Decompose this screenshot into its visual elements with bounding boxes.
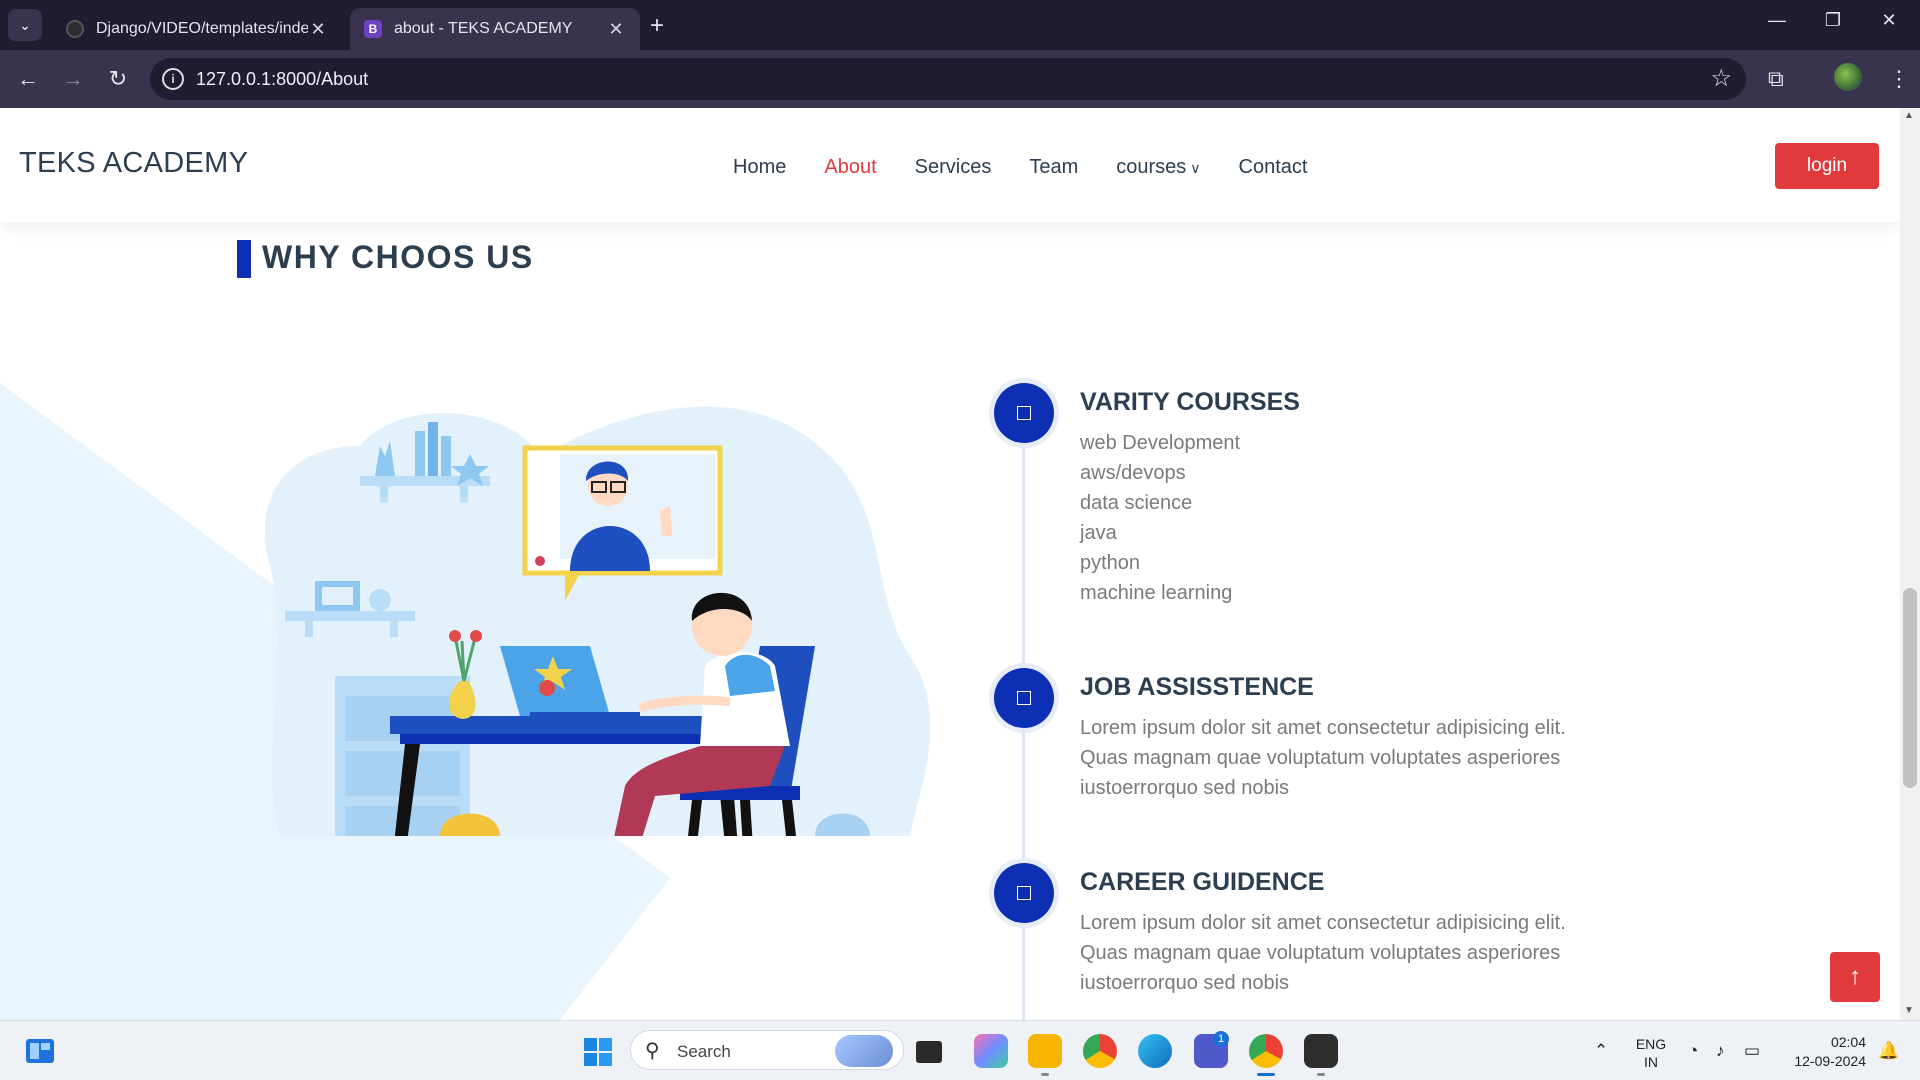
student-learning-illustration bbox=[264, 406, 931, 836]
list-item: python bbox=[1080, 552, 1141, 574]
feature-title-career: CAREER GUIDENCE bbox=[1080, 868, 1325, 896]
windows-start-icon[interactable] bbox=[583, 1037, 613, 1067]
extensions-icon[interactable]: ⧉ bbox=[1768, 66, 1784, 92]
back-to-top-button[interactable]: ↑ bbox=[1830, 952, 1880, 1002]
window-close-icon[interactable]: ✕ bbox=[1866, 10, 1912, 31]
windows-taskbar: ⚲ Search 1 ⌃ ENG IN ◔ ♪ ▭ 02:04 12-09-20… bbox=[0, 1020, 1920, 1080]
login-button[interactable]: login bbox=[1775, 143, 1879, 189]
nav-courses-dropdown[interactable]: courses ∨ bbox=[1116, 156, 1200, 179]
wifi-icon[interactable]: ◔ bbox=[1688, 1041, 1698, 1061]
github-icon bbox=[66, 20, 84, 38]
section-title: WHY CHOOS US bbox=[262, 239, 534, 275]
page-scrollbar[interactable] bbox=[1900, 108, 1920, 1020]
chrome-active-icon[interactable] bbox=[1249, 1034, 1283, 1068]
nav-about[interactable]: About bbox=[824, 156, 876, 179]
browser-menu-icon[interactable]: ⋮ bbox=[1888, 66, 1910, 92]
nav-services[interactable]: Services bbox=[915, 156, 992, 179]
feature-text-job: Lorem ipsum dolor sit amet consectetur a… bbox=[1080, 717, 1566, 799]
restore-icon[interactable]: ❐ bbox=[1810, 10, 1856, 31]
terminal-icon[interactable] bbox=[1304, 1034, 1338, 1068]
list-item: data science bbox=[1080, 492, 1193, 514]
new-tab-icon[interactable]: + bbox=[650, 12, 664, 40]
web-page: TEKS ACADEMY Home About Services Team co… bbox=[0, 108, 1900, 1020]
site-brand[interactable]: TEKS ACADEMY bbox=[19, 147, 248, 180]
widgets-icon[interactable] bbox=[25, 1038, 55, 1064]
profile-avatar[interactable] bbox=[1834, 63, 1862, 91]
notification-bell-icon[interactable]: 🔔 bbox=[1878, 1041, 1899, 1061]
search-icon: ⚲ bbox=[645, 1040, 660, 1062]
feature-list-courses: web Development aws/devops data science … bbox=[1080, 428, 1240, 608]
nav-contact[interactable]: Contact bbox=[1239, 156, 1308, 179]
url-text[interactable]: 127.0.0.1:8000/About bbox=[196, 69, 368, 90]
language-indicator[interactable]: ENG IN bbox=[1634, 1035, 1668, 1071]
close-tab-icon[interactable]: ✕ bbox=[308, 19, 328, 40]
missing-glyph-icon bbox=[1017, 406, 1031, 420]
arrow-up-icon: ↑ bbox=[1849, 963, 1861, 990]
battery-icon[interactable]: ▭ bbox=[1744, 1041, 1760, 1061]
list-item: aws/devops bbox=[1080, 462, 1186, 484]
close-tab-icon[interactable]: ✕ bbox=[606, 19, 626, 40]
list-item: java bbox=[1080, 522, 1117, 544]
task-view-icon[interactable] bbox=[916, 1041, 942, 1063]
tab-search-chevron-icon[interactable]: ⌄ bbox=[8, 9, 42, 41]
feature-title-job: JOB ASSISSTENCE bbox=[1080, 673, 1314, 701]
list-item: machine learning bbox=[1080, 582, 1233, 604]
search-highlight-icon bbox=[835, 1035, 893, 1067]
missing-glyph-icon bbox=[1017, 886, 1031, 900]
browser-tab-about[interactable]: B about - TEKS ACADEMY ✕ bbox=[350, 8, 640, 50]
bookmark-star-icon[interactable]: ☆ bbox=[1710, 64, 1732, 93]
tab-title: Django/VIDEO/templates/index bbox=[96, 20, 308, 37]
volume-icon[interactable]: ♪ bbox=[1716, 1041, 1725, 1061]
feature-text-career: Lorem ipsum dolor sit amet consectetur a… bbox=[1080, 912, 1566, 994]
back-icon[interactable]: ← bbox=[13, 66, 43, 92]
search-label: Search bbox=[677, 1042, 731, 1061]
browser-tab-django[interactable]: Django/VIDEO/templates/index ✕ bbox=[52, 8, 342, 50]
nav-team[interactable]: Team bbox=[1029, 156, 1078, 179]
nav-courses-label: courses bbox=[1116, 156, 1187, 178]
taskbar-search[interactable]: ⚲ Search bbox=[630, 1030, 904, 1070]
system-clock[interactable]: 02:04 12-09-2024 bbox=[1786, 1033, 1866, 1071]
bootstrap-icon: B bbox=[364, 20, 382, 38]
teams-badge: 1 bbox=[1213, 1031, 1229, 1047]
tab-title: about - TEKS ACADEMY bbox=[394, 20, 573, 37]
edge-icon[interactable] bbox=[1138, 1034, 1172, 1068]
timeline-marker-1 bbox=[989, 378, 1059, 448]
nav-home[interactable]: Home bbox=[733, 156, 786, 179]
minimize-icon[interactable]: — bbox=[1754, 10, 1800, 31]
file-explorer-icon[interactable] bbox=[1028, 1034, 1062, 1068]
address-bar[interactable]: i 127.0.0.1:8000/About ☆ bbox=[150, 58, 1746, 100]
section-title-accent bbox=[237, 240, 251, 278]
forward-icon[interactable]: → bbox=[58, 66, 88, 92]
browser-tab-bar: ⌄ Django/VIDEO/templates/index ✕ B about… bbox=[0, 0, 1920, 50]
timeline-marker-2 bbox=[989, 663, 1059, 733]
list-item: web Development bbox=[1080, 432, 1241, 454]
reload-icon[interactable]: ↻ bbox=[103, 66, 133, 92]
main-nav: Home About Services Team courses ∨ Contac… bbox=[733, 156, 1307, 179]
chevron-up-icon[interactable]: ⌃ bbox=[1594, 1041, 1608, 1061]
chevron-down-icon: ∨ bbox=[1190, 160, 1201, 176]
site-info-icon[interactable]: i bbox=[162, 68, 184, 90]
copilot-icon[interactable] bbox=[974, 1034, 1008, 1068]
site-header: TEKS ACADEMY Home About Services Team co… bbox=[0, 108, 1900, 222]
scroll-down-icon[interactable]: ▼ bbox=[1904, 1005, 1914, 1016]
browser-toolbar: ← → ↻ i 127.0.0.1:8000/About ☆ ⧉ ⋮ bbox=[0, 50, 1920, 108]
timeline-marker-3 bbox=[989, 858, 1059, 928]
scroll-up-icon[interactable]: ▲ bbox=[1904, 110, 1914, 121]
feature-title-courses: VARITY COURSES bbox=[1080, 388, 1300, 416]
missing-glyph-icon bbox=[1017, 691, 1031, 705]
scrollbar-thumb[interactable] bbox=[1903, 588, 1917, 788]
chrome-icon[interactable] bbox=[1083, 1034, 1117, 1068]
